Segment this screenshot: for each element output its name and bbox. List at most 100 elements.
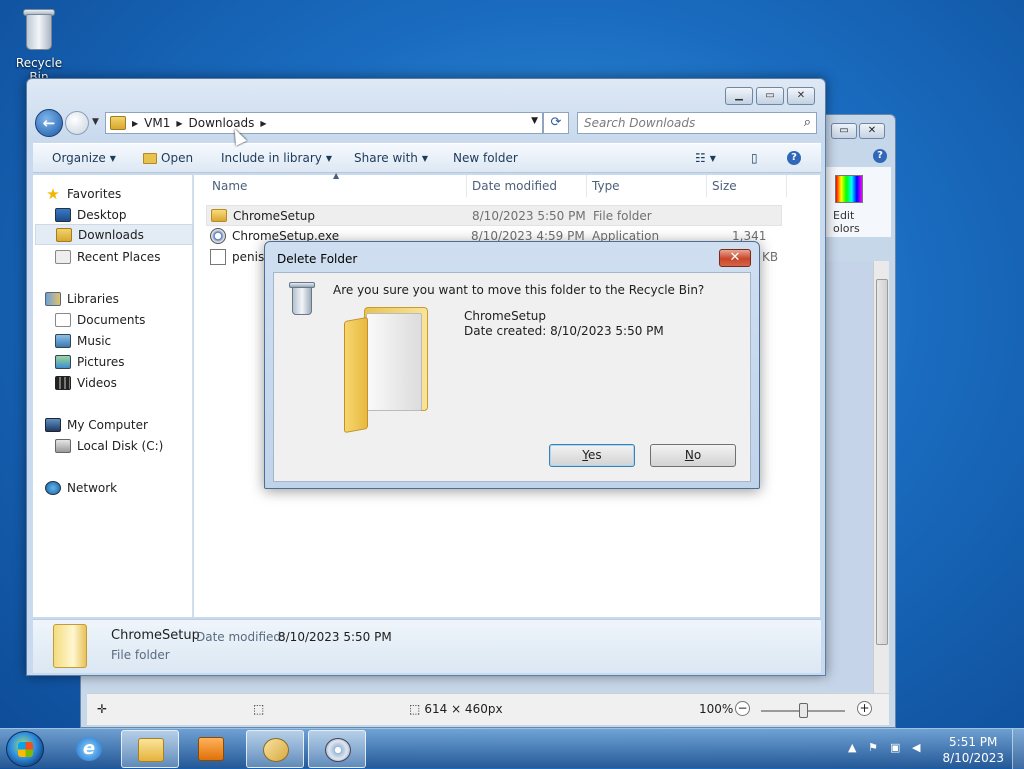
include-in-library-button[interactable]: Include in library ▼ [221,151,332,165]
chevron-down-icon: ▼ [709,153,716,163]
paint-close-button[interactable]: ✕ [859,123,885,139]
breadcrumb-separator-icon[interactable]: ▶ [260,119,266,128]
chevron-down-icon: ▼ [421,153,429,163]
folder-icon [211,209,227,222]
edit-colors-label[interactable]: Edit olors [833,209,860,235]
zoom-out-button[interactable]: − [735,701,750,716]
music-icon [55,333,71,348]
file-name: penis. [232,250,269,264]
preview-pane-icon: ▯ [751,151,758,165]
zoom-slider-thumb[interactable] [799,703,808,718]
nav-downloads[interactable]: Downloads [35,224,193,245]
zoom-in-button[interactable]: + [857,701,872,716]
local-disk-icon [55,438,71,453]
file-size: KB [762,250,779,264]
table-row[interactable]: ChromeSetup 8/10/2023 5:50 PM File folde… [206,205,782,226]
command-bar: Organize ▼ Open Include in library ▼ Share… [33,143,821,173]
column-header-name[interactable]: Name [212,179,247,193]
help-icon[interactable]: ? [873,149,887,163]
recent-places-icon [55,249,71,264]
clock[interactable]: 5:51 PM 8/10/2023 [942,734,1004,766]
nav-favorites[interactable]: ★ Favorites [45,183,203,204]
nav-pictures[interactable]: Pictures [55,351,213,372]
search-icon[interactable]: ⌕ [804,113,811,133]
new-folder-button[interactable]: New folder [453,151,518,165]
action-center-icon[interactable]: ⚑ [868,741,882,755]
folder-icon [53,624,87,668]
refresh-button[interactable]: ⟳ [543,112,569,134]
change-view-button[interactable]: ☷ ▼ [695,151,716,165]
organize-label: Organize [52,151,106,165]
explorer-window-controls: ▁ ▭ ✕ [725,87,815,105]
nav-local-disk[interactable]: Local Disk (C:) [55,435,213,456]
nav-my-computer[interactable]: My Computer [45,414,203,435]
taskbar-paint[interactable] [246,730,304,768]
close-button[interactable]: ✕ [787,87,815,105]
breadcrumb-separator-icon[interactable]: ▶ [176,119,182,128]
selection-size-icon: ⬚ [253,702,265,716]
preview-pane-button[interactable]: ▯ [751,151,758,165]
start-button[interactable] [6,731,44,767]
paint-canvas-area[interactable] [825,261,873,691]
paint-vertical-scrollbar[interactable] [873,261,889,693]
file-type: File folder [593,209,652,223]
network-status-icon[interactable]: ▣ [890,741,904,755]
nav-recent-places[interactable]: Recent Places [55,246,213,267]
taskbar-windows-explorer[interactable] [121,730,179,768]
column-header-size[interactable]: Size [712,179,737,193]
volume-icon[interactable]: ◀ [912,741,926,755]
clock-date: 8/10/2023 [942,751,1004,765]
nav-documents[interactable]: Documents [55,309,213,330]
breadcrumb-separator-icon[interactable]: ▶ [132,119,138,128]
nav-music[interactable]: Music [55,330,213,351]
nav-videos[interactable]: Videos [55,372,213,393]
open-button[interactable]: Open [143,151,193,165]
search-placeholder: Search Downloads [584,116,696,130]
taskbar-internet-explorer[interactable]: e [60,730,118,768]
media-player-icon [198,737,224,761]
edit-colors-icon[interactable] [835,175,863,203]
file-name: ChromeSetup [233,209,315,223]
share-with-button[interactable]: Share with ▼ [354,151,428,165]
address-dropdown-icon[interactable]: ▼ [531,116,538,126]
address-bar[interactable]: ▶ VM1 ▶ Downloads ▶ ▼ [105,112,543,134]
nav-downloads-label: Downloads [78,227,144,242]
nav-videos-label: Videos [77,375,117,390]
no-button[interactable]: No [650,444,736,467]
system-tray: ▲ ⚑ ▣ ◀ 5:51 PM 8/10/2023 [834,729,1024,769]
taskbar-disc-app[interactable] [308,730,366,768]
maximize-button[interactable]: ▭ [756,87,784,105]
paint-ribbon: Edit olors [825,167,891,237]
yes-button-label: Yes [582,448,602,462]
computer-icon [45,417,61,432]
paint-maximize-button[interactable]: ▭ [831,123,857,139]
search-input[interactable]: Search Downloads ⌕ [577,112,817,134]
taskbar-media-player[interactable] [182,730,240,768]
delete-folder-dialog[interactable]: Delete Folder ✕ Are you sure you want to… [264,241,760,489]
back-button[interactable]: ← [35,109,63,137]
organize-button[interactable]: Organize ▼ [52,151,116,165]
column-header-date-modified[interactable]: Date modified [472,179,557,193]
scrollbar-thumb[interactable] [876,279,888,645]
forward-button[interactable] [65,111,89,135]
show-desktop-button[interactable] [1012,729,1024,769]
folder-icon [344,307,428,434]
pictures-icon [55,354,71,369]
nav-network[interactable]: Network [45,477,203,498]
recent-pages-dropdown[interactable]: ▼ [92,117,99,127]
zoom-slider[interactable] [761,703,845,718]
details-date-value: 8/10/2023 5:50 PM [278,630,392,644]
column-header-type[interactable]: Type [592,179,620,193]
nav-desktop[interactable]: Desktop [55,204,213,225]
breadcrumb-vm1[interactable]: VM1 [144,116,170,130]
yes-button[interactable]: Yes [549,444,635,467]
dialog-close-button[interactable]: ✕ [719,249,751,267]
breadcrumb-downloads[interactable]: Downloads [189,116,255,130]
help-button[interactable]: ? [787,151,801,165]
show-hidden-icons-button[interactable]: ▲ [848,741,862,755]
share-with-label: Share with [354,151,418,165]
navigation-pane: ★ Favorites Desktop Downloads Recent Plac… [33,175,193,617]
minimize-button[interactable]: ▁ [725,87,753,105]
nav-libraries[interactable]: Libraries [45,288,203,309]
recycle-bin-desktop-icon[interactable]: Recycle Bin [6,6,72,84]
